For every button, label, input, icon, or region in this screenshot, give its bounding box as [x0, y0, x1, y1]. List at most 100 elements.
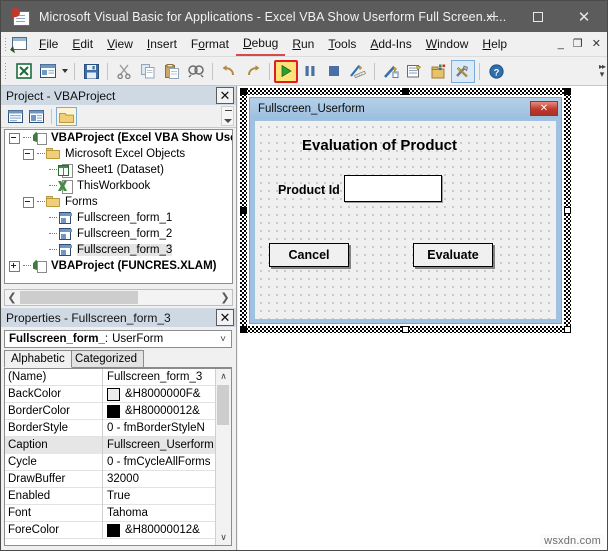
reset-icon[interactable] — [322, 60, 346, 83]
tree-item-fullscreen-form-1[interactable]: Fullscreen_form_1 — [5, 210, 232, 226]
resize-handle-bottom-right[interactable] — [564, 326, 571, 333]
tree-expander-icon[interactable] — [9, 260, 20, 272]
tree-item-excel-objects[interactable]: Microsoft Excel Objects — [5, 146, 232, 162]
toolbar-overflow-icon[interactable]: ▸▸ ▾ — [599, 63, 606, 79]
table-row[interactable]: Caption Fullscreen_Userform — [5, 436, 231, 454]
tree-item-vbaproject-main[interactable]: VBAProject (Excel VBA Show Use — [5, 130, 232, 146]
cancel-button[interactable]: Cancel — [269, 243, 349, 267]
view-object-icon[interactable] — [26, 107, 47, 126]
resize-handle-top-left[interactable] — [240, 88, 247, 95]
userform-designer-area[interactable]: Fullscreen_Userform ✕ Evaluation of Prod… — [238, 86, 607, 550]
scrollbar-thumb[interactable] — [217, 385, 229, 425]
menu-item-edit[interactable]: Edit — [65, 34, 100, 55]
tree-expander-icon[interactable] — [23, 196, 34, 208]
resize-handle-middle-right[interactable] — [564, 207, 571, 214]
table-row[interactable]: Cycle 0 - fmCycleAllForms — [5, 453, 231, 471]
product-id-textbox[interactable] — [344, 175, 442, 202]
resize-handle-top-right[interactable] — [564, 88, 571, 95]
tab-alphabetic[interactable]: Alphabetic — [4, 350, 72, 368]
properties-window-icon[interactable] — [403, 60, 427, 83]
project-tree[interactable]: VBAProject (Excel VBA Show Use Microsoft… — [4, 129, 233, 284]
help-icon[interactable]: ? — [484, 60, 508, 83]
properties-vertical-scrollbar[interactable]: ∧ ∨ — [215, 369, 231, 545]
table-row[interactable]: BorderStyle 0 - fmBorderStyleN — [5, 419, 231, 437]
userform-canvas[interactable]: Evaluation of Product Product Id Cancel … — [255, 121, 556, 319]
cut-icon[interactable] — [112, 60, 136, 83]
redo-icon[interactable] — [241, 60, 265, 83]
tree-expander-icon[interactable] — [9, 132, 20, 144]
menu-item-help[interactable]: Help — [475, 34, 514, 55]
menu-item-insert[interactable]: Insert — [140, 34, 184, 55]
menu-item-window[interactable]: Window — [419, 34, 476, 55]
tab-categorized[interactable]: Categorized — [68, 350, 145, 368]
toolbar-grip-handle[interactable] — [4, 62, 9, 80]
tree-item-fullscreen-form-2[interactable]: Fullscreen_form_2 — [5, 226, 232, 242]
property-value[interactable]: 0 - fmBorderStyleN — [103, 420, 231, 437]
userform-design-frame[interactable]: Fullscreen_Userform ✕ Evaluation of Prod… — [240, 88, 571, 333]
run-sub-userform-icon[interactable] — [274, 59, 298, 83]
undo-icon[interactable] — [217, 60, 241, 83]
table-row[interactable]: BackColor &H8000000F& — [5, 385, 231, 403]
scroll-up-icon[interactable]: ∧ — [216, 369, 231, 384]
menu-grip-handle[interactable] — [4, 36, 9, 52]
property-value[interactable]: True — [103, 488, 231, 505]
tree-item-sheet1[interactable]: Sheet1 (Dataset) — [5, 162, 232, 178]
paste-icon[interactable] — [160, 60, 184, 83]
property-value[interactable]: 0 - fmCycleAllForms — [103, 454, 231, 471]
label-product-id[interactable]: Product Id — [278, 183, 340, 197]
table-row[interactable]: Enabled True — [5, 487, 231, 505]
menu-item-tools[interactable]: Tools — [321, 34, 363, 55]
vba-control-icon[interactable] — [10, 36, 28, 54]
view-excel-icon[interactable] — [12, 60, 36, 83]
menu-item-view[interactable]: View — [100, 34, 140, 55]
properties-grid[interactable]: (Name) Fullscreen_form_3 BackColor &H800… — [4, 368, 232, 546]
property-value[interactable]: &H80000012& — [103, 522, 231, 539]
object-browser-icon[interactable] — [427, 60, 451, 83]
property-value[interactable]: 32000 — [103, 471, 231, 488]
scroll-right-icon[interactable]: ❯ — [218, 290, 232, 305]
userform-close-button[interactable]: ✕ — [530, 101, 558, 116]
close-icon[interactable]: ✕ — [216, 309, 234, 326]
toolbox-icon[interactable] — [451, 59, 475, 83]
resize-handle-middle-left[interactable] — [240, 207, 247, 214]
window-maximize-button[interactable] — [515, 1, 561, 32]
tree-item-fullscreen-form-3[interactable]: Fullscreen_form_3 — [5, 242, 232, 258]
scrollbar-thumb[interactable] — [20, 291, 138, 304]
close-icon[interactable]: ✕ — [216, 87, 234, 104]
tree-item-vbaproject-funcres[interactable]: VBAProject (FUNCRES.XLAM) — [5, 258, 232, 274]
scroll-left-icon[interactable]: ❮ — [5, 290, 19, 305]
property-value[interactable]: Fullscreen_Userform — [103, 436, 231, 454]
tree-item-thisworkbook[interactable]: ThisWorkbook — [5, 178, 232, 194]
menu-item-run[interactable]: Run — [285, 34, 321, 55]
view-code-icon[interactable] — [5, 107, 26, 126]
insert-userform-icon[interactable] — [36, 60, 60, 83]
table-row[interactable]: Font Tahoma — [5, 504, 231, 522]
project-panel-scroll-button[interactable] — [221, 106, 234, 126]
properties-object-combo[interactable]: Fullscreen_form_: UserForm ˅ — [4, 330, 232, 348]
save-icon[interactable] — [79, 60, 103, 83]
doc-close-button[interactable]: ✕ — [592, 38, 601, 50]
doc-restore-button[interactable]: ❐ — [573, 38, 583, 50]
table-row[interactable]: (Name) Fullscreen_form_3 — [5, 369, 231, 386]
menu-item-file[interactable]: File — [32, 34, 65, 55]
menu-item-add-ins[interactable]: Add-Ins — [363, 34, 418, 55]
property-value[interactable]: &H8000000F& — [103, 386, 231, 403]
resize-handle-top-center[interactable] — [402, 88, 409, 95]
break-icon[interactable] — [298, 60, 322, 83]
evaluate-button[interactable]: Evaluate — [413, 243, 493, 267]
chevron-down-icon[interactable]: ˅ — [215, 331, 231, 347]
insert-dropdown-caret-icon[interactable] — [60, 60, 70, 83]
property-value[interactable]: Tahoma — [103, 505, 231, 522]
userform-window[interactable]: Fullscreen_Userform ✕ Evaluation of Prod… — [249, 97, 562, 324]
copy-icon[interactable] — [136, 60, 160, 83]
project-tree-horizontal-scrollbar[interactable]: ❮ ❯ — [4, 289, 233, 306]
scroll-down-icon[interactable]: ∨ — [216, 530, 231, 545]
doc-minimize-button[interactable]: _ — [558, 38, 564, 50]
resize-handle-bottom-center[interactable] — [402, 326, 409, 333]
menu-item-format[interactable]: Format — [184, 34, 236, 55]
project-explorer-icon[interactable] — [379, 60, 403, 83]
toggle-folders-icon[interactable] — [56, 106, 77, 126]
userform-titlebar[interactable]: Fullscreen_Userform ✕ — [250, 98, 561, 119]
property-value[interactable]: Fullscreen_form_3 — [103, 369, 231, 386]
window-close-button[interactable]: ✕ — [561, 1, 607, 32]
